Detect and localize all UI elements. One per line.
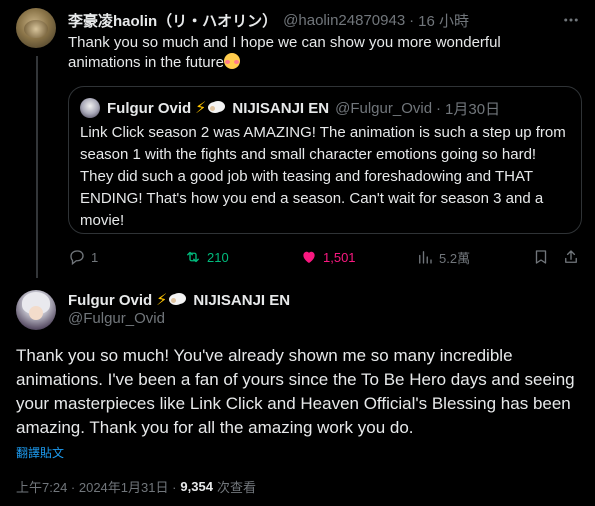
thread-connector-line	[36, 56, 38, 278]
quote-author-name: Fulgur Ovid	[107, 99, 192, 117]
lightning-icon: ⚡	[195, 100, 207, 117]
avatar[interactable]	[16, 8, 56, 48]
bookmark-button[interactable]	[532, 246, 550, 268]
share-icon	[565, 250, 577, 263]
bookmark-icon	[535, 250, 547, 264]
views-bar-chart-icon	[419, 251, 432, 264]
heart-filled-icon	[303, 251, 315, 263]
quote-avatar	[80, 98, 100, 118]
more-icon[interactable]	[561, 10, 581, 30]
views-count: 5.2萬	[439, 250, 471, 266]
share-button[interactable]	[562, 246, 580, 268]
action-bar: 1 210 1,501 5.2萬	[68, 246, 582, 268]
retweet-count: 210	[207, 249, 229, 265]
reply-icon	[70, 250, 84, 266]
views-label: 次查看	[216, 480, 256, 495]
sheep-icon	[169, 293, 187, 307]
post-meta: 上午7:24 · 2024年1月31日 · 9,354 次查看	[16, 477, 256, 496]
lightning-icon: ⚡	[156, 292, 168, 309]
like-count: 1,501	[323, 249, 356, 265]
main-author-line: Fulgur Ovid ⚡ NIJISANJI EN	[68, 290, 290, 310]
quote-text: Link Click season 2 was AMAZING! The ani…	[80, 124, 566, 229]
retweet-button[interactable]: 210	[184, 246, 229, 268]
sheep-icon	[208, 101, 226, 115]
avatar[interactable]	[16, 290, 56, 330]
views-button[interactable]: 5.2萬	[416, 246, 470, 268]
translate-post-link[interactable]: 翻譯貼文	[16, 444, 64, 461]
author-org[interactable]: NIJISANJI EN	[193, 292, 290, 309]
separator-dot: ·	[436, 99, 442, 117]
main-tweet-text: Thank you so much! You've already shown …	[16, 346, 575, 437]
main-tweet: Fulgur Ovid ⚡ NIJISANJI EN @Fulgur_Ovid …	[0, 278, 595, 506]
reply-header: 李豪凌haolin（リ・ハオリン） @haolin24870943 · 16 小…	[68, 10, 469, 30]
author-name[interactable]: Fulgur Ovid	[68, 292, 152, 309]
smiling-face-with-hearts-icon	[223, 53, 240, 69]
post-time[interactable]: 16 小時	[418, 10, 469, 31]
quote-header: Fulgur Ovid ⚡ NIJISANJI EN @Fulgur_Ovid …	[107, 98, 500, 118]
quote-date: 1月30日	[445, 100, 501, 118]
author-name[interactable]: 李豪凌haolin（リ・ハオリン）	[68, 10, 277, 31]
separator-dot: ·	[409, 11, 415, 29]
quote-author-org: NIJISANJI EN	[232, 99, 330, 117]
quote-handle: @Fulgur_Ovid	[335, 99, 433, 117]
reply-tweet[interactable]: 李豪凌haolin（リ・ハオリン） @haolin24870943 · 16 小…	[0, 0, 595, 278]
post-timestamp[interactable]: 上午7:24 · 2024年1月31日 ·	[16, 477, 176, 496]
like-button[interactable]: 1,501	[300, 246, 356, 268]
quote-tweet-card[interactable]: Fulgur Ovid ⚡ NIJISANJI EN @Fulgur_Ovid …	[68, 86, 582, 234]
reply-count: 1	[91, 249, 99, 265]
reply-text: Thank you so much and I hope we can show…	[68, 33, 538, 73]
reply-text-body: Thank you so much and I hope we can show…	[68, 34, 501, 71]
author-handle[interactable]: @Fulgur_Ovid	[68, 310, 165, 327]
reply-button[interactable]: 1	[68, 246, 98, 268]
author-handle[interactable]: @haolin24870943	[283, 12, 405, 29]
retweet-icon	[187, 251, 199, 263]
views-number: 9,354	[180, 479, 213, 494]
